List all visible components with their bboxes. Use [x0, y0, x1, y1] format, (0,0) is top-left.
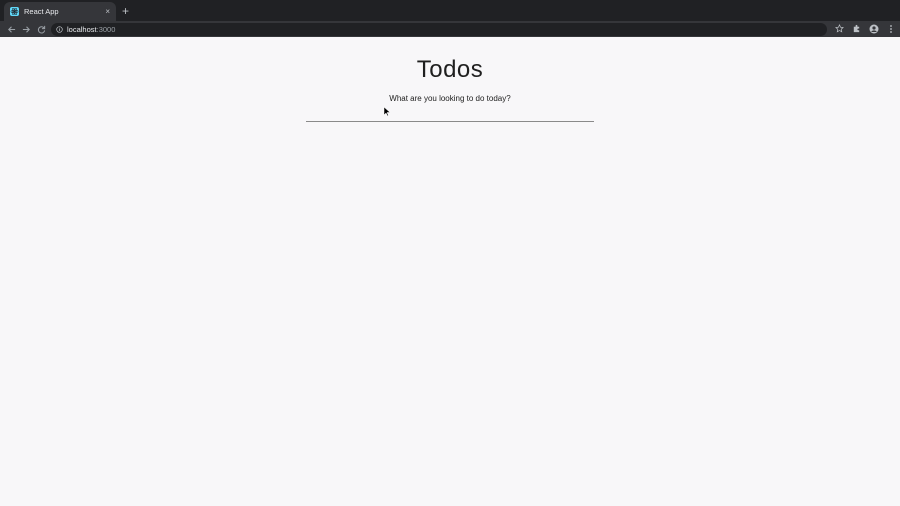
browser-chrome: React App × + localhost:3000	[0, 0, 900, 37]
forward-arrow-icon[interactable]	[20, 23, 32, 35]
extensions-puzzle-icon[interactable]	[851, 23, 862, 34]
toolbar-right-icons	[834, 23, 896, 34]
react-favicon-icon	[10, 7, 19, 16]
todo-input[interactable]	[306, 109, 594, 122]
mouse-pointer-icon	[383, 107, 391, 117]
more-menu-icon[interactable]	[885, 23, 896, 34]
bookmark-star-icon[interactable]	[834, 23, 845, 34]
tab-react-app[interactable]: React App ×	[4, 2, 116, 21]
new-tab-icon[interactable]: +	[122, 4, 129, 18]
profile-avatar-icon[interactable]	[868, 23, 879, 34]
todo-prompt-label: What are you looking to do today?	[389, 94, 511, 103]
url-port: :3000	[96, 25, 116, 34]
browser-toolbar: localhost:3000	[0, 21, 900, 37]
page-title: Todos	[416, 56, 484, 83]
tab-strip: React App × +	[0, 0, 900, 21]
info-icon[interactable]	[56, 26, 63, 33]
tab-title: React App	[24, 7, 59, 16]
tab-close-icon[interactable]: ×	[105, 7, 110, 16]
url-host: localhost	[67, 25, 97, 34]
page-content: Todos What are you looking to do today?	[0, 37, 900, 506]
address-bar[interactable]: localhost:3000	[51, 23, 827, 36]
back-arrow-icon[interactable]	[5, 23, 17, 35]
reload-icon[interactable]	[35, 23, 47, 35]
